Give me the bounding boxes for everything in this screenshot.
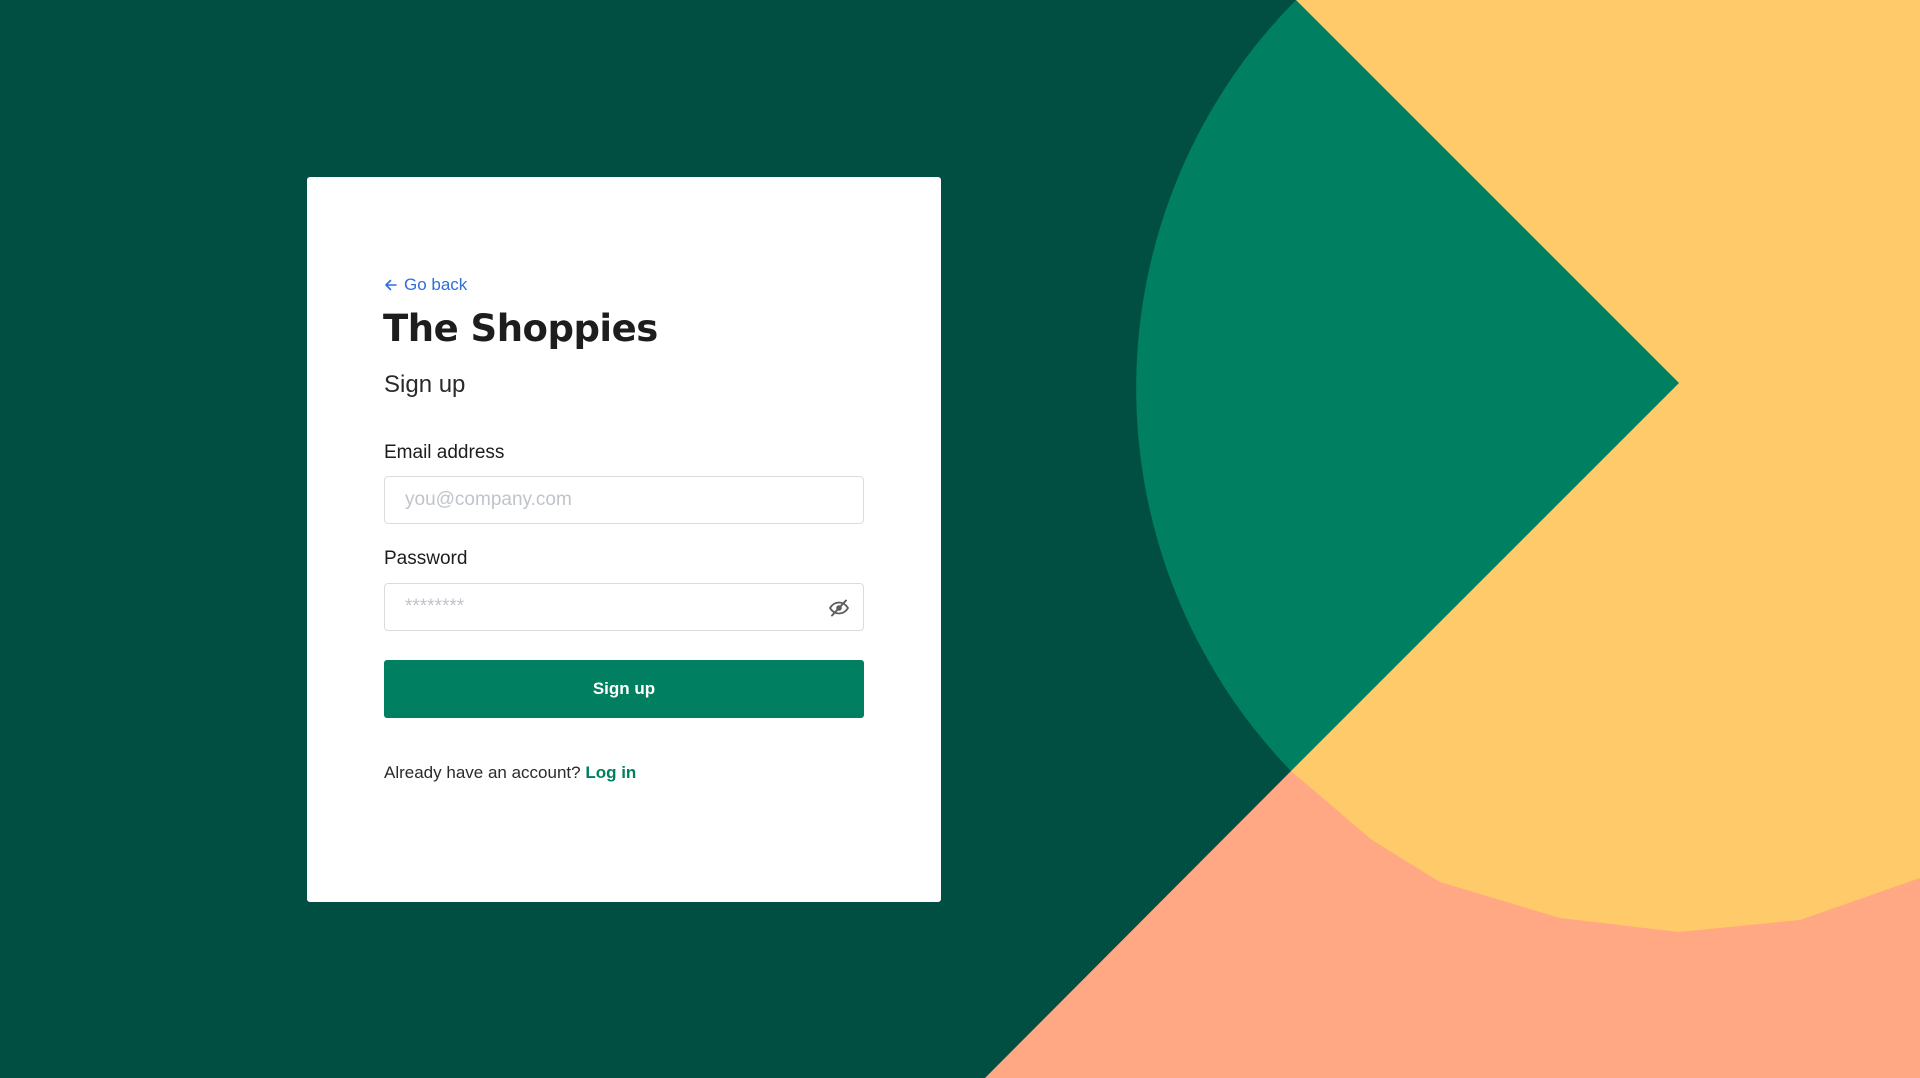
signup-card: Go back The Shoppies Sign up Email addre… (307, 177, 941, 902)
login-prompt: Already have an account? Log in (384, 763, 636, 783)
email-label: Email address (384, 442, 505, 463)
email-field-container (384, 476, 864, 524)
password-visibility-toggle[interactable] (827, 596, 851, 620)
page-subtitle: Sign up (384, 371, 466, 398)
password-label: Password (384, 548, 468, 569)
brand-title: The Shoppies (383, 307, 658, 350)
eye-off-icon (829, 599, 849, 617)
log-in-link[interactable]: Log in (585, 763, 636, 782)
go-back-label: Go back (404, 275, 468, 294)
sign-up-button[interactable]: Sign up (384, 660, 864, 718)
password-field-container (384, 583, 864, 631)
email-input[interactable] (385, 477, 863, 523)
background-graphic (0, 0, 1920, 1078)
arrow-left-icon (385, 279, 397, 291)
password-input[interactable] (385, 584, 863, 630)
login-prompt-text: Already have an account? (384, 763, 581, 782)
go-back-link[interactable]: Go back (384, 275, 467, 295)
